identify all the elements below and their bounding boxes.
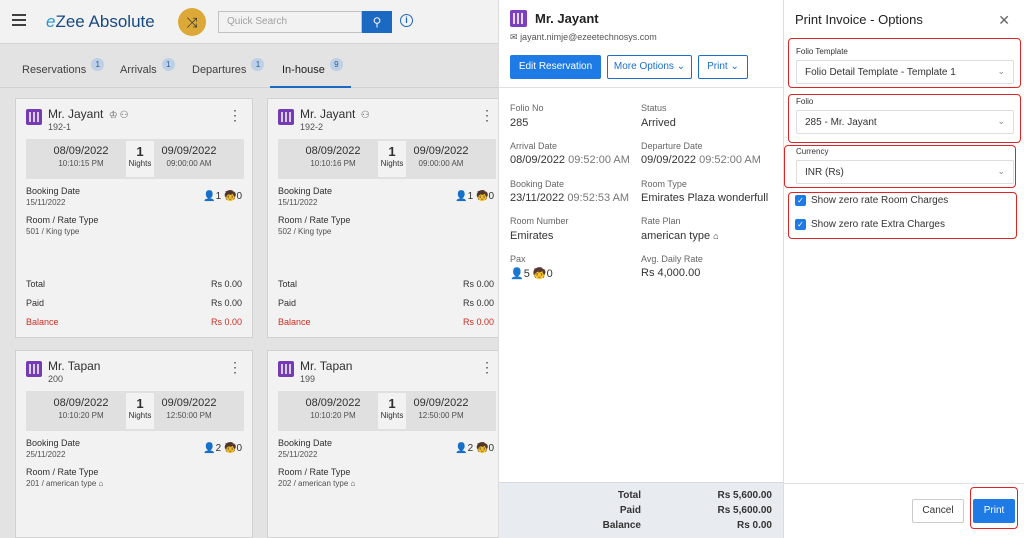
room-type-label: Room Type [641, 179, 687, 189]
room-icon [510, 10, 527, 27]
arrival-date-label: Arrival Date [510, 141, 558, 151]
totals-footer: Total Rs 5,600.00 Paid Rs 5,600.00 Balance… [499, 482, 784, 538]
footer-divider [784, 483, 1024, 484]
zero-rate-room-checkbox[interactable]: ✓ Show zero rate Room Charges [795, 195, 948, 206]
avg-daily-rate-label: Avg. Daily Rate [641, 254, 703, 264]
currency-select[interactable]: INR (Rs) ⌄ [796, 160, 1014, 184]
guest-email: ✉ jayant.nimje@ezeetechnosys.com [510, 32, 657, 42]
cancel-button[interactable]: Cancel [912, 499, 964, 523]
pax-value: 👤5 🧒0 [510, 268, 553, 280]
room-type: Emirates Plaza wonderfull [641, 192, 769, 204]
checkbox-checked-icon: ✓ [795, 219, 806, 230]
room-number: Emirates [510, 230, 554, 242]
chevron-down-icon: ⌄ [997, 66, 1005, 76]
folio-label: Folio [796, 97, 814, 106]
frontdesk-app: eZee Absolute ⤨ Quick Search ⚲ i Reserva… [0, 0, 505, 538]
folio-select[interactable]: 285 - Mr. Jayant ⌄ [796, 110, 1014, 134]
close-icon[interactable]: ✕ [998, 12, 1010, 29]
folio-template-select[interactable]: Folio Detail Template - Template 1 ⌄ [796, 60, 1014, 84]
chevron-down-icon: ⌄ [676, 61, 686, 72]
mail-icon: ✉ [510, 32, 518, 42]
chevron-down-icon: ⌄ [730, 61, 739, 72]
departure-date-label: Departure Date [641, 141, 703, 151]
status-value: Arrived [641, 117, 676, 129]
booking-date-label: Booking Date [510, 179, 565, 189]
guest-name: Mr. Jayant [535, 11, 599, 26]
print-dropdown-button[interactable]: Print ⌄ [698, 55, 748, 79]
reservation-detail-panel: Mr. Jayant ✉ jayant.nimje@ezeetechnosys.… [498, 0, 784, 538]
folio-no-label: Folio No [510, 103, 544, 113]
chevron-down-icon: ⌄ [997, 166, 1005, 176]
edit-reservation-button[interactable]: Edit Reservation [510, 55, 601, 79]
folio-template-label: Folio Template [796, 47, 848, 56]
booking-date: 23/11/2022 09:52:53 AM [510, 192, 630, 204]
more-options-button[interactable]: More Options ⌄ [607, 55, 692, 79]
rate-plan-label: Rate Plan [641, 216, 681, 226]
status-label: Status [641, 103, 667, 113]
chevron-down-icon: ⌄ [997, 116, 1005, 126]
arrival-date: 08/09/2022 09:52:00 AM [510, 154, 630, 166]
print-invoice-options-panel: Print Invoice - Options ✕ Folio Template… [783, 0, 1024, 538]
reservation-header: Mr. Jayant ✉ jayant.nimje@ezeetechnosys.… [499, 0, 784, 88]
currency-label: Currency [796, 147, 829, 156]
package-icon: ⌂ [713, 231, 719, 241]
departure-date: 09/09/2022 09:52:00 AM [641, 154, 761, 166]
pax-label: Pax [510, 254, 526, 264]
room-number-label: Room Number [510, 216, 569, 226]
zero-rate-extra-checkbox[interactable]: ✓ Show zero rate Extra Charges [795, 219, 945, 230]
panel-title: Print Invoice - Options [795, 12, 923, 27]
rate-plan: american type ⌂ [641, 230, 719, 242]
folio-no: 285 [510, 117, 529, 129]
print-button[interactable]: Print [973, 499, 1015, 523]
modal-backdrop[interactable] [0, 0, 498, 538]
checkbox-checked-icon: ✓ [795, 195, 806, 206]
avg-daily-rate: Rs 4,000.00 [641, 267, 701, 279]
